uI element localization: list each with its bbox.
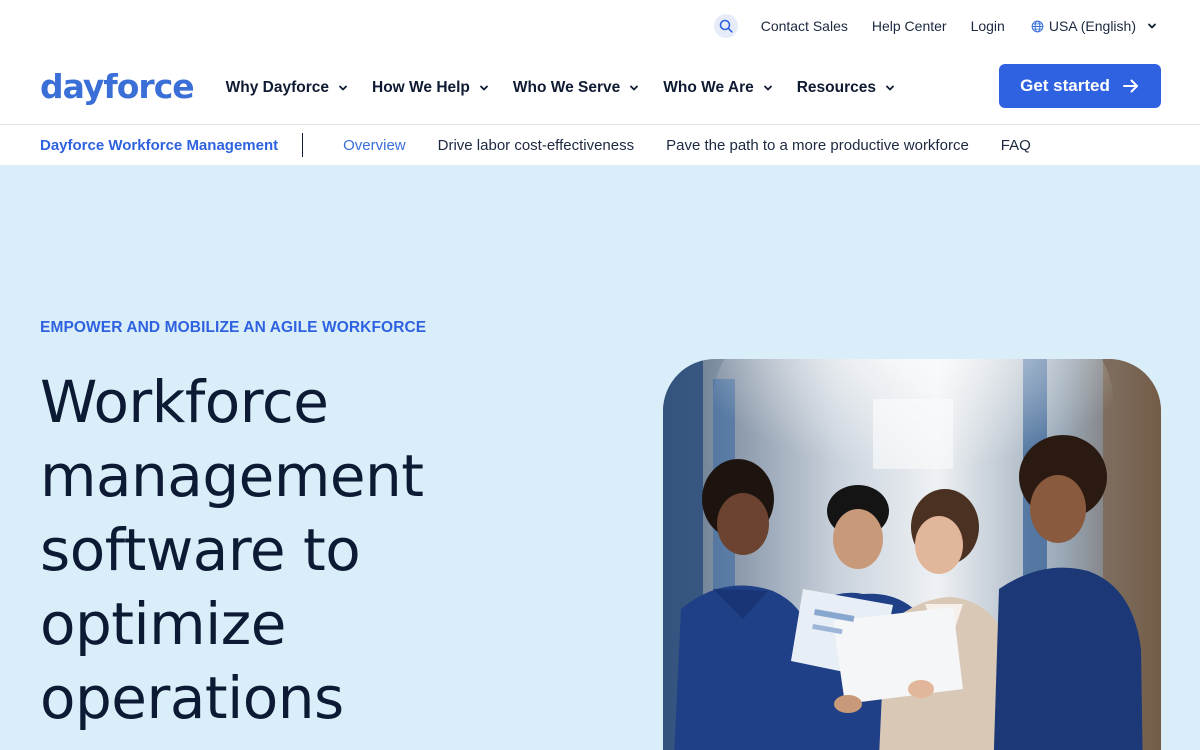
search-button[interactable] bbox=[713, 14, 738, 38]
nav-label: How We Help bbox=[372, 79, 470, 96]
chevron-down-icon bbox=[479, 83, 489, 93]
headline-line: management bbox=[40, 442, 424, 510]
help-center-link[interactable]: Help Center bbox=[872, 18, 947, 34]
subnav-productive-workforce-link[interactable]: Pave the path to a more productive workf… bbox=[666, 137, 969, 154]
hero-photo-team bbox=[663, 359, 1161, 750]
nav-resources[interactable]: Resources bbox=[797, 79, 895, 97]
headline-line: Workforce bbox=[40, 368, 329, 436]
nav-why-dayforce[interactable]: Why Dayforce bbox=[226, 79, 348, 97]
subnav-labor-cost-link[interactable]: Drive labor cost-effectiveness bbox=[438, 137, 634, 154]
locale-label: USA (English) bbox=[1048, 18, 1136, 34]
subnav-overview-link[interactable]: Overview bbox=[343, 137, 406, 154]
chevron-down-icon bbox=[1148, 23, 1156, 29]
product-subnav: Dayforce Workforce Management Overview D… bbox=[0, 124, 1200, 165]
nav-label: Why Dayforce bbox=[225, 79, 330, 96]
nav-label: Resources bbox=[796, 79, 876, 96]
globe-icon bbox=[1031, 20, 1044, 32]
nav-label: Who We Are bbox=[663, 79, 754, 96]
chevron-down-icon bbox=[763, 83, 773, 93]
hero-eyebrow: EMPOWER AND MOBILIZE AN AGILE WORKFORCE bbox=[40, 319, 427, 336]
chevron-down-icon bbox=[629, 83, 639, 93]
contact-sales-link[interactable]: Contact Sales bbox=[761, 18, 848, 34]
get-started-button[interactable]: Get started bbox=[999, 64, 1161, 108]
main-header: dayforce Why Dayforce How We Help Who We… bbox=[0, 52, 1200, 124]
subnav-faq-link[interactable]: FAQ bbox=[1001, 137, 1031, 154]
arrow-right-icon bbox=[1122, 79, 1138, 93]
nav-how-we-help[interactable]: How We Help bbox=[372, 79, 489, 97]
main-nav: Why Dayforce How We Help Who We Serve Wh… bbox=[226, 79, 919, 97]
team-photo-illustration bbox=[663, 359, 1161, 750]
chevron-down-icon bbox=[885, 83, 895, 93]
nav-label: Who We Serve bbox=[512, 79, 621, 96]
subnav-title[interactable]: Dayforce Workforce Management bbox=[40, 133, 304, 157]
login-link[interactable]: Login bbox=[971, 18, 1005, 34]
hero-section: EMPOWER AND MOBILIZE AN AGILE WORKFORCE … bbox=[0, 165, 1200, 750]
utility-bar: Contact Sales Help Center Login USA (Eng… bbox=[0, 0, 1200, 52]
search-icon bbox=[719, 19, 733, 33]
headline-line: operations bbox=[40, 664, 344, 732]
headline-line: software to bbox=[40, 516, 361, 584]
get-started-label: Get started bbox=[1020, 76, 1110, 95]
hero-headline: Workforce management software to optimiz… bbox=[40, 365, 560, 735]
nav-who-we-are[interactable]: Who We Are bbox=[663, 79, 772, 97]
headline-line: optimize bbox=[40, 590, 286, 658]
chevron-down-icon bbox=[338, 83, 348, 93]
locale-selector[interactable]: USA (English) bbox=[1031, 18, 1157, 34]
dayforce-logo[interactable]: dayforce bbox=[40, 67, 195, 106]
nav-who-we-serve[interactable]: Who We Serve bbox=[513, 79, 639, 97]
